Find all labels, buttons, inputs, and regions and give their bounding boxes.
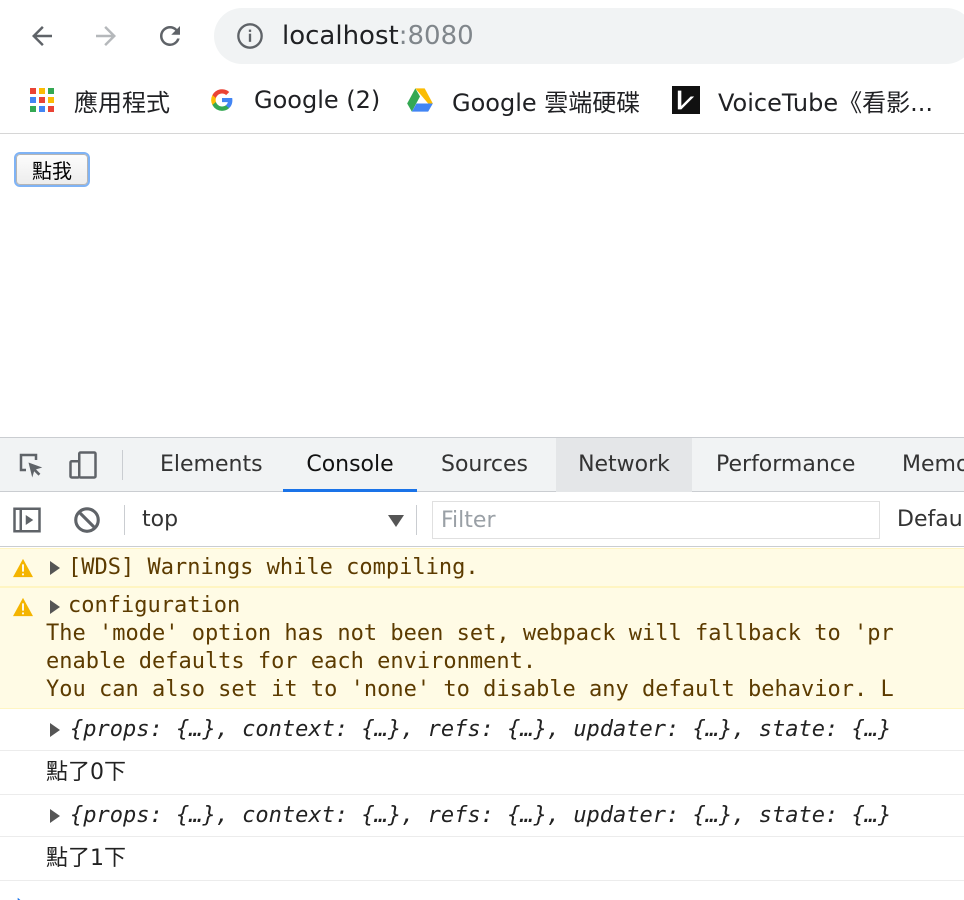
url-port: :8080 bbox=[398, 21, 474, 51]
console-filter-input[interactable] bbox=[432, 501, 880, 539]
voicetube-icon bbox=[672, 86, 700, 114]
address-bar[interactable]: localhost:8080 bbox=[214, 8, 964, 64]
click-me-button[interactable]: 點我 bbox=[14, 152, 90, 187]
console-object-log[interactable]: {props: {…}, context: {…}, refs: {…}, up… bbox=[0, 795, 964, 837]
console-toolbar: top Defaul bbox=[0, 493, 964, 547]
bookmark-drive-label: Google 雲端硬碟 bbox=[452, 88, 641, 117]
inspect-element-icon[interactable] bbox=[16, 450, 46, 480]
bookmark-google-drive[interactable]: Google 雲端硬碟 bbox=[406, 84, 641, 117]
log-text: 點了0下 bbox=[46, 760, 126, 785]
bookmark-voicetube[interactable]: VoiceTube《看影... bbox=[672, 84, 933, 117]
info-icon[interactable] bbox=[236, 22, 264, 50]
bookmark-apps-label: 應用程式 bbox=[74, 88, 170, 117]
warning-detail-line: You can also set it to 'none' to disable… bbox=[46, 677, 894, 702]
console-warning[interactable]: [WDS] Warnings while compiling. bbox=[0, 548, 964, 587]
tab-bar-separator bbox=[122, 450, 123, 480]
tab-elements[interactable]: Elements bbox=[140, 438, 283, 492]
reload-button[interactable] bbox=[150, 16, 190, 56]
reload-icon bbox=[159, 25, 180, 46]
sidebar-toggle-icon[interactable] bbox=[12, 505, 42, 535]
console-toolbar-separator bbox=[124, 505, 125, 535]
page-viewport: 點我 bbox=[0, 135, 964, 437]
warning-icon bbox=[13, 597, 33, 617]
warning-detail-line: enable defaults for each environment. bbox=[46, 649, 537, 674]
warning-title: configuration bbox=[68, 593, 241, 618]
back-arrow-icon bbox=[32, 26, 52, 46]
context-selector[interactable]: top bbox=[142, 503, 404, 537]
url-text: localhost:8080 bbox=[282, 19, 474, 53]
console-prompt-icon[interactable]: › bbox=[14, 891, 25, 900]
bookmarks-bar: 應用程式 Google (2) Google 雲端硬碟 VoiceTube《看影… bbox=[0, 72, 964, 134]
dropdown-arrow-icon bbox=[388, 515, 404, 527]
object-preview: {props: {…}, context: {…}, refs: {…}, up… bbox=[70, 803, 892, 828]
browser-toolbar: localhost:8080 bbox=[0, 0, 964, 72]
tab-performance[interactable]: Performance bbox=[696, 438, 875, 492]
expand-triangle-icon[interactable] bbox=[50, 809, 60, 823]
console-warning[interactable]: configuration The 'mode' option has not … bbox=[0, 587, 964, 709]
log-text: 點了1下 bbox=[46, 846, 126, 871]
bookmark-google-label: Google (2) bbox=[254, 86, 381, 114]
context-value: top bbox=[142, 507, 179, 532]
object-preview: {props: {…}, context: {…}, refs: {…}, up… bbox=[70, 717, 892, 742]
url-host: localhost bbox=[282, 21, 399, 51]
tab-console[interactable]: Console bbox=[283, 438, 417, 492]
warning-icon bbox=[13, 558, 33, 578]
google-g-icon bbox=[208, 86, 236, 114]
forward-button[interactable] bbox=[86, 16, 126, 56]
expand-triangle-icon[interactable] bbox=[50, 600, 60, 614]
warning-detail-line: The 'mode' option has not been set, webp… bbox=[46, 621, 894, 646]
console-log: 點了0下 bbox=[0, 751, 964, 795]
console-object-log[interactable]: {props: {…}, context: {…}, refs: {…}, up… bbox=[0, 709, 964, 751]
tab-sources[interactable]: Sources bbox=[421, 438, 548, 492]
expand-triangle-icon[interactable] bbox=[50, 561, 60, 575]
forward-arrow-icon bbox=[96, 26, 116, 46]
console-toolbar-separator-2 bbox=[416, 505, 417, 535]
tab-network[interactable]: Network bbox=[556, 438, 692, 492]
console-log: 點了1下 bbox=[0, 837, 964, 881]
devtools-panel: Elements Console Sources Network Perform… bbox=[0, 437, 964, 900]
expand-triangle-icon[interactable] bbox=[50, 723, 60, 737]
devtools-tab-bar: Elements Console Sources Network Perform… bbox=[0, 438, 964, 492]
back-button[interactable] bbox=[22, 16, 62, 56]
bookmark-google[interactable]: Google (2) bbox=[208, 84, 380, 116]
console-output: [WDS] Warnings while compiling. configur… bbox=[0, 548, 964, 900]
google-drive-icon bbox=[406, 86, 434, 114]
apps-grid-icon bbox=[28, 86, 56, 114]
device-toolbar-icon[interactable] bbox=[68, 450, 98, 480]
clear-console-icon[interactable] bbox=[72, 505, 102, 535]
log-levels-dropdown[interactable]: Defaul bbox=[897, 503, 964, 537]
bookmark-voicetube-label: VoiceTube《看影... bbox=[718, 88, 933, 117]
warning-text: [WDS] Warnings while compiling. bbox=[68, 555, 479, 580]
bookmark-apps[interactable]: 應用程式 bbox=[28, 84, 170, 117]
tab-memory[interactable]: Memo bbox=[882, 438, 964, 492]
